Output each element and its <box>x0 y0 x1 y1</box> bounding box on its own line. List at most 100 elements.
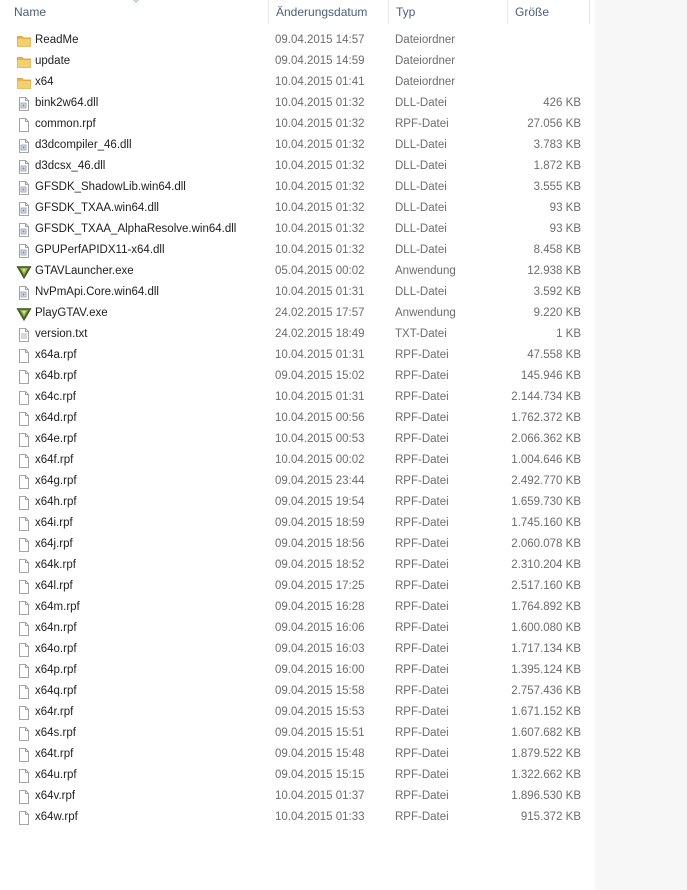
column-header-type[interactable]: Typ <box>382 0 502 24</box>
dll-file-icon <box>16 159 32 175</box>
file-row[interactable]: GTAVLauncher.exe 05.04.2015 00:02 Anwendun… <box>0 261 595 282</box>
file-row[interactable]: update 09.04.2015 14:59 Dateiordner <box>0 51 595 72</box>
file-row[interactable]: version.txt 24.02.2015 18:49 TXT-Datei 1 KB <box>0 324 595 345</box>
file-type: RPF-Datei <box>395 475 449 487</box>
file-date: 10.04.2015 01:32 <box>275 223 365 235</box>
file-size: 2.517.160 KB <box>511 580 581 592</box>
file-name: x64f.rpf <box>35 454 74 466</box>
file-name: version.txt <box>35 328 88 340</box>
file-list-pane: Name Änderungsdatum Typ Größe ReadMe 09.0… <box>0 0 595 890</box>
file-date: 09.04.2015 16:28 <box>275 601 365 613</box>
column-divider[interactable] <box>589 0 590 24</box>
file-icon <box>16 705 32 721</box>
file-row[interactable]: x64a.rpf 10.04.2015 01:31 RPF-Datei 47.558 … <box>0 345 595 366</box>
file-row[interactable]: x64h.rpf 09.04.2015 19:54 RPF-Datei 1.659.7… <box>0 492 595 513</box>
column-header-date[interactable]: Änderungsdatum <box>262 0 388 24</box>
file-date: 09.04.2015 15:51 <box>275 727 365 739</box>
file-date: 09.04.2015 16:03 <box>275 643 365 655</box>
file-row[interactable]: x64t.rpf 09.04.2015 15:48 RPF-Datei 1.879.5… <box>0 744 595 765</box>
file-date: 05.04.2015 00:02 <box>275 265 365 277</box>
file-row[interactable]: x64q.rpf 09.04.2015 15:58 RPF-Datei 2.757.4… <box>0 681 595 702</box>
file-type: RPF-Datei <box>395 685 449 697</box>
file-row[interactable]: common.rpf 10.04.2015 01:32 RPF-Datei 27.05… <box>0 114 595 135</box>
file-name: x64i.rpf <box>35 517 73 529</box>
file-row[interactable]: d3dcsx_46.dll 10.04.2015 01:32 DLL-Datei 1.… <box>0 156 595 177</box>
file-name: x64k.rpf <box>35 559 76 571</box>
file-row[interactable]: x64e.rpf 10.04.2015 00:53 RPF-Datei 2.066.3… <box>0 429 595 450</box>
file-type: DLL-Datei <box>395 286 447 298</box>
file-row[interactable]: x64u.rpf 09.04.2015 15:15 RPF-Datei 1.322.6… <box>0 765 595 786</box>
file-row[interactable]: x64j.rpf 09.04.2015 18:56 RPF-Datei 2.060.0… <box>0 534 595 555</box>
file-size: 2.144.734 KB <box>511 391 581 403</box>
file-row[interactable]: bink2w64.dll 10.04.2015 01:32 DLL-Datei 426… <box>0 93 595 114</box>
file-size: 145.946 KB <box>520 370 581 382</box>
file-row[interactable]: x64g.rpf 09.04.2015 23:44 RPF-Datei 2.492.7… <box>0 471 595 492</box>
file-row[interactable]: x64s.rpf 09.04.2015 15:51 RPF-Datei 1.607.6… <box>0 723 595 744</box>
file-name: GFSDK_TXAA.win64.dll <box>35 202 159 214</box>
file-name: x64m.rpf <box>35 601 80 613</box>
file-date: 10.04.2015 01:32 <box>275 118 365 130</box>
file-type: RPF-Datei <box>395 601 449 613</box>
file-date: 09.04.2015 18:52 <box>275 559 365 571</box>
sort-caret-icon <box>133 0 139 3</box>
file-name: x64w.rpf <box>35 811 78 823</box>
file-row[interactable]: ReadMe 09.04.2015 14:57 Dateiordner <box>0 30 595 51</box>
file-row[interactable]: x64d.rpf 10.04.2015 00:56 RPF-Datei 1.762.3… <box>0 408 595 429</box>
file-date: 09.04.2015 18:59 <box>275 517 365 529</box>
file-name: x64p.rpf <box>35 664 77 676</box>
file-row[interactable]: x64v.rpf 10.04.2015 01:37 RPF-Datei 1.896.5… <box>0 786 595 807</box>
file-name: GFSDK_TXAA_AlphaResolve.win64.dll <box>35 223 237 235</box>
file-row[interactable]: GPUPerfAPIDX11-x64.dll 10.04.2015 01:32 DL… <box>0 240 595 261</box>
file-size: 1.322.662 KB <box>511 769 581 781</box>
file-row[interactable]: PlayGTAV.exe 24.02.2015 17:57 Anwendung 9.2… <box>0 303 595 324</box>
file-size: 1.717.134 KB <box>511 643 581 655</box>
file-row[interactable]: x64w.rpf 10.04.2015 01:33 RPF-Datei 915.372… <box>0 807 595 828</box>
file-row[interactable]: x64p.rpf 09.04.2015 16:00 RPF-Datei 1.395.1… <box>0 660 595 681</box>
file-type: RPF-Datei <box>395 706 449 718</box>
file-name: x64l.rpf <box>35 580 73 592</box>
file-row[interactable]: x64r.rpf 09.04.2015 15:53 RPF-Datei 1.671.1… <box>0 702 595 723</box>
file-icon <box>16 768 32 784</box>
file-type: DLL-Datei <box>395 202 447 214</box>
file-icon <box>16 537 32 553</box>
file-row[interactable]: x64f.rpf 10.04.2015 00:02 RPF-Datei 1.004.6… <box>0 450 595 471</box>
file-row[interactable]: x64b.rpf 09.04.2015 15:02 RPF-Datei 145.946… <box>0 366 595 387</box>
column-header-bar: Name Änderungsdatum Typ Größe <box>0 0 595 24</box>
file-date: 09.04.2015 19:54 <box>275 496 365 508</box>
file-size: 2.310.204 KB <box>511 559 581 571</box>
file-date: 09.04.2015 17:25 <box>275 580 365 592</box>
empty-area <box>595 0 687 890</box>
file-name: GFSDK_ShadowLib.win64.dll <box>35 181 186 193</box>
file-size: 2.060.078 KB <box>511 538 581 550</box>
file-date: 09.04.2015 16:00 <box>275 664 365 676</box>
file-row[interactable]: GFSDK_TXAA_AlphaResolve.win64.dll 10.04.2… <box>0 219 595 240</box>
file-row[interactable]: x64o.rpf 09.04.2015 16:03 RPF-Datei 1.717.1… <box>0 639 595 660</box>
file-row[interactable]: x64c.rpf 10.04.2015 01:31 RPF-Datei 2.144.7… <box>0 387 595 408</box>
file-name: update <box>35 55 71 67</box>
file-row[interactable]: x64i.rpf 09.04.2015 18:59 RPF-Datei 1.745.1… <box>0 513 595 534</box>
dll-file-icon <box>16 243 32 259</box>
file-type: RPF-Datei <box>395 727 449 739</box>
file-row[interactable]: x64n.rpf 09.04.2015 16:06 RPF-Datei 1.600.0… <box>0 618 595 639</box>
file-type: RPF-Datei <box>395 790 449 802</box>
file-row[interactable]: x64k.rpf 09.04.2015 18:52 RPF-Datei 2.310.2… <box>0 555 595 576</box>
file-type: RPF-Datei <box>395 559 449 571</box>
file-name: bink2w64.dll <box>35 97 99 109</box>
file-date: 10.04.2015 01:32 <box>275 160 365 172</box>
file-row[interactable]: x64 10.04.2015 01:41 Dateiordner <box>0 72 595 93</box>
file-size: 1.600.080 KB <box>511 622 581 634</box>
file-row[interactable]: d3dcompiler_46.dll 10.04.2015 01:32 DLL-Da… <box>0 135 595 156</box>
file-name: x64t.rpf <box>35 748 74 760</box>
file-row[interactable]: GFSDK_ShadowLib.win64.dll 10.04.2015 01:3… <box>0 177 595 198</box>
file-size: 1.745.160 KB <box>511 517 581 529</box>
file-row[interactable]: NvPmApi.Core.win64.dll 10.04.2015 01:31 DL… <box>0 282 595 303</box>
file-size: 9.220 KB <box>533 307 581 319</box>
file-icon <box>16 474 32 490</box>
column-header-size[interactable]: Größe <box>501 0 589 24</box>
file-date: 10.04.2015 01:31 <box>275 349 365 361</box>
file-row[interactable]: x64m.rpf 09.04.2015 16:28 RPF-Datei 1.764.8… <box>0 597 595 618</box>
file-size: 93 KB <box>549 223 581 235</box>
file-row[interactable]: GFSDK_TXAA.win64.dll 10.04.2015 01:32 DLL-… <box>0 198 595 219</box>
file-row[interactable]: x64l.rpf 09.04.2015 17:25 RPF-Datei 2.517.1… <box>0 576 595 597</box>
file-type: RPF-Datei <box>395 391 449 403</box>
